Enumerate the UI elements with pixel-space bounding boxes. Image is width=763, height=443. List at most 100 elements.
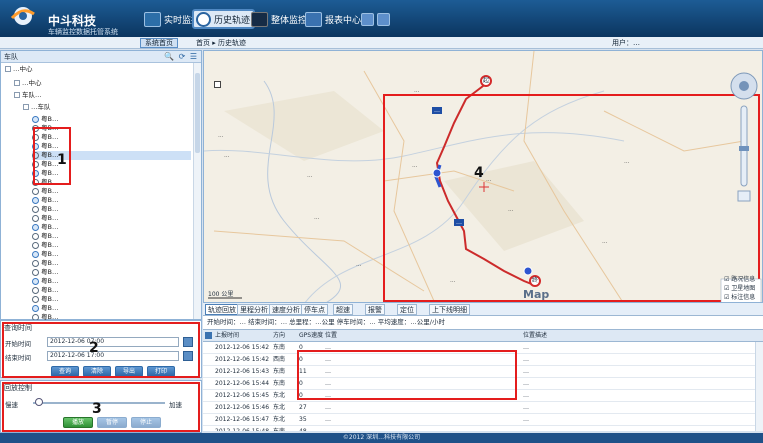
nav-report-label: 报表中心 (325, 15, 362, 26)
nav-report[interactable]: 报表中心 (305, 10, 361, 28)
layer-label: 标注信息 (731, 294, 756, 301)
tree-vehicle[interactable]: 粤B… (32, 232, 191, 241)
table-row[interactable]: 2012-12-06 15:47 东北 35…… (203, 414, 763, 426)
nav-extra[interactable] (361, 10, 390, 28)
result-tab[interactable]: 报警 (365, 304, 385, 315)
table-cell-speed: 35 (299, 416, 307, 423)
tree-label: …车队 (31, 103, 51, 111)
tree-vehicle[interactable]: 粤B… (32, 205, 191, 214)
app-window: 中斗科技 车辆监控数据托管系统 实时监控 历史轨迹 整体监控 报表中心 系统首页… (0, 0, 763, 443)
map-place-label: … (224, 153, 230, 159)
table-header: 上报时间 方向 GPS速度 位置 位置描述 (203, 330, 763, 342)
table-cell-time: 2012-12-06 15:43 (215, 368, 270, 375)
tree-tools[interactable]: 🔍 ⟳ ☰ (164, 52, 198, 61)
table-cell-desc: … (523, 380, 529, 387)
vehicle-status-icon (32, 232, 39, 240)
table-cell-time: 2012-12-06 15:44 (215, 380, 270, 387)
tree-vehicle[interactable]: 粤B… (32, 286, 191, 295)
report-icon (305, 11, 322, 27)
map-place-label: … (414, 88, 420, 94)
result-tab[interactable]: 超速 (333, 304, 353, 315)
tree-vehicle[interactable]: 粤B… (32, 250, 191, 259)
scroll-thumb[interactable] (195, 73, 200, 153)
table-row[interactable]: 2012-12-06 15:48东南48…… (203, 426, 763, 431)
table-cell-desc: … (523, 392, 529, 399)
table-cell-speed: 48 (299, 426, 323, 431)
layer-checkbox[interactable]: ☑ 路况信息 (724, 275, 762, 284)
table-cell-speed: 27 (299, 404, 307, 411)
layer-label: 路况信息 (731, 276, 756, 283)
column-header[interactable]: GPS速度 (299, 330, 323, 342)
tree-vehicle[interactable]: 粤B… (32, 259, 191, 268)
tree-vehicle[interactable]: 粤B… (32, 196, 191, 205)
column-header[interactable]: 方向 (273, 330, 297, 342)
result-tab[interactable]: 定位 (397, 304, 417, 315)
table-cell-dir: 东北 (273, 404, 286, 411)
tree-label: 粤B… (41, 295, 59, 303)
sub-toolbar: 系统首页 首页 ▸ 历史轨迹 用户：… (0, 37, 763, 49)
tree-folder[interactable]: …车队 (23, 103, 191, 112)
tree-vehicle[interactable]: 粤B… (32, 223, 191, 232)
map-place-label: … (508, 207, 514, 213)
nav-overview[interactable]: 整体监控 (251, 10, 307, 28)
tree-vehicle[interactable]: 粤B… (32, 277, 191, 286)
vehicle-status-icon (32, 295, 39, 303)
tree-vehicle[interactable]: 粤B… (32, 304, 191, 313)
logo-icon (10, 7, 35, 25)
table-cell-time: 2012-12-06 15:42 (215, 356, 270, 363)
table-cell-time: 2012-12-06 15:46 (215, 404, 270, 411)
map-layers[interactable]: ☑ 路况信息 ☑ 卫星地图 ☑ 标注信息 (724, 275, 762, 302)
tree-folder[interactable]: 车队… (14, 91, 191, 100)
tree-label: 粤B… (41, 241, 59, 249)
annotation-2: 2 (89, 340, 99, 356)
track-point-label[interactable]: … (432, 107, 442, 114)
result-tab[interactable]: 轨迹回放 (205, 304, 239, 315)
table-cell-time: 2012-12-06 15:42 (215, 344, 270, 351)
layer-checkbox[interactable]: ☑ 标注信息 (724, 293, 762, 302)
gear-icon[interactable] (205, 332, 212, 339)
tree-label: 粤B… (41, 115, 59, 123)
table-row[interactable]: 2012-12-06 15:46 东北 27 … … (203, 402, 763, 414)
map-place-label: … (486, 177, 492, 183)
tree-label: 粤B… (41, 196, 59, 204)
tree-vehicle[interactable]: 粤B… (32, 268, 191, 277)
map-place-label: … (218, 133, 224, 139)
track-point-label[interactable]: … (454, 219, 464, 226)
table-cell-dir: 东南 (273, 426, 297, 431)
tree-vehicle[interactable]: 粤B… (32, 295, 191, 304)
vehicle-status-icon (32, 268, 39, 276)
table-scrollbar[interactable] (755, 342, 763, 431)
tree-folder[interactable]: …中心 (14, 79, 191, 88)
tree-vehicle[interactable]: 粤B… (32, 187, 191, 196)
zoom-control (730, 72, 758, 202)
result-tab[interactable]: 上下线明细 (429, 304, 470, 315)
layer-checkbox[interactable]: ☑ 卫星地图 (724, 284, 762, 293)
end-marker[interactable]: 终 (529, 275, 541, 287)
result-tab[interactable]: 里程分析 (237, 304, 271, 315)
result-tab[interactable]: 停车点 (301, 304, 328, 315)
column-header[interactable]: 位置 (325, 330, 521, 342)
tree-label: 车队… (22, 91, 42, 99)
tree-scrollbar[interactable] (193, 63, 201, 319)
table-cell-pos: … (325, 404, 331, 411)
column-header[interactable]: 位置描述 (523, 330, 751, 342)
user-info[interactable]: 用户：… (612, 38, 640, 48)
table-cell-desc: … (523, 404, 529, 411)
tree-vehicle[interactable]: 粤B… (32, 241, 191, 250)
tree-folder[interactable]: …中心 (5, 65, 191, 74)
system-home-tab[interactable]: 系统首页 (140, 38, 178, 48)
tree-vehicle[interactable]: 粤B… (32, 214, 191, 223)
vehicle-status-icon (32, 250, 39, 258)
tree-vehicle[interactable]: 粤B… (32, 313, 191, 320)
result-tab[interactable]: 速度分析 (269, 304, 303, 315)
header-bar: 中斗科技 车辆监控数据托管系统 实时监控 历史轨迹 整体监控 报表中心 (0, 0, 763, 37)
vehicle-tree-panel: 车队 🔍 ⟳ ☰ …中心 …中心 车队… …车队 粤B… 粤B… 粤B… 粤B… 粤B… 粤B… 粤… (0, 50, 202, 320)
pan-arrow-icon[interactable] (214, 81, 221, 88)
map-place-label: … (412, 163, 418, 169)
tree-label: …中心 (13, 65, 33, 73)
start-marker[interactable]: 起 (480, 75, 492, 87)
nav-history-track[interactable]: 历史轨迹 (192, 9, 256, 29)
map-logo: Map (523, 288, 550, 301)
tree-vehicle[interactable]: 粤B… (32, 115, 191, 124)
column-header[interactable]: 上报时间 (215, 330, 271, 342)
